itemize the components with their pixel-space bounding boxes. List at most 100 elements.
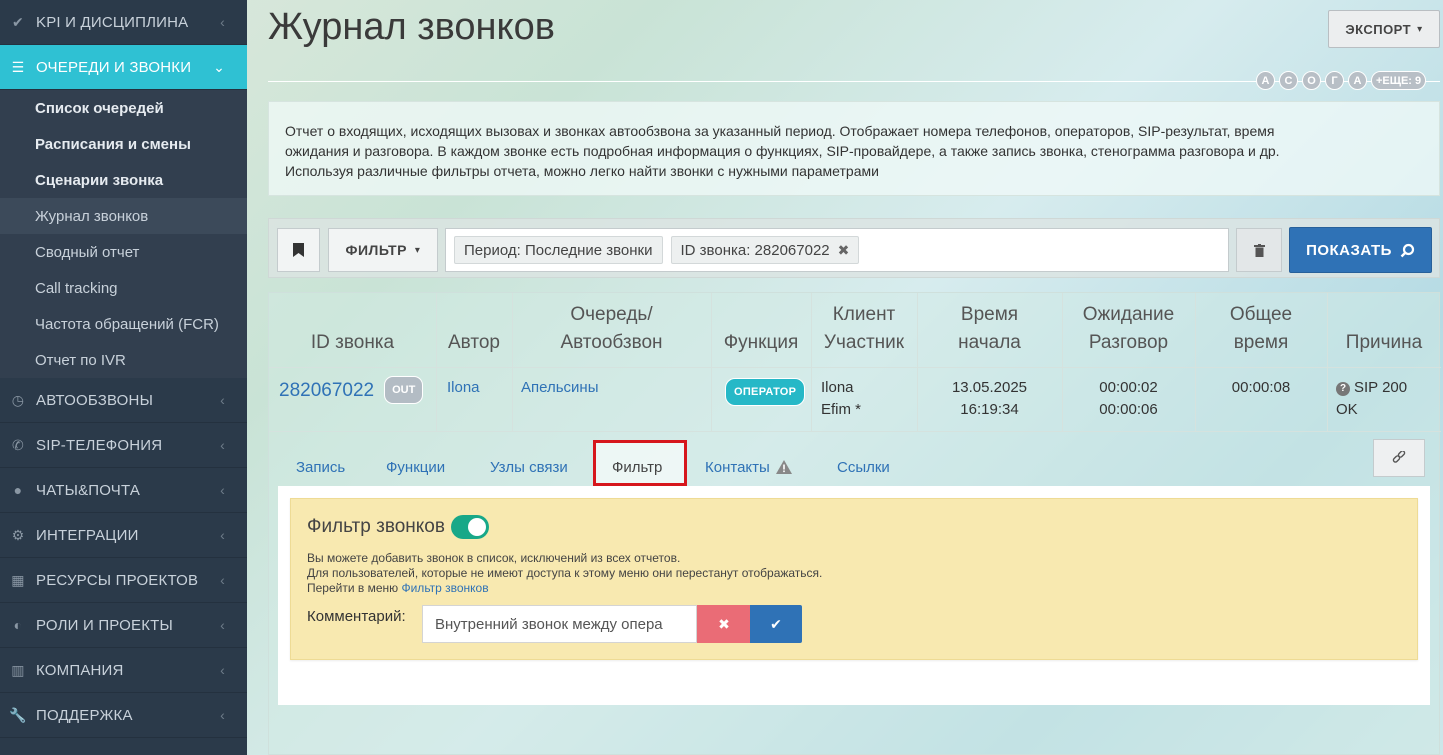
sidebar-sub-call-tracking[interactable]: Call tracking <box>0 270 247 306</box>
filter-panel-title-text: Фильтр звонков <box>307 516 445 537</box>
grid-icon: ▦ <box>11 571 25 588</box>
header-text: Очередь/ <box>570 304 653 325</box>
author-link[interactable]: Ilona <box>447 377 480 399</box>
clear-filters-button[interactable] <box>1236 228 1282 272</box>
column-header-total[interactable]: Общее время <box>1195 301 1327 357</box>
sidebar-item-label: РЕСУРСЫ ПРОЕКТОВ <box>36 571 199 589</box>
chevron-down-icon: ⌄ <box>213 58 225 75</box>
tab-functions[interactable]: Функции <box>386 452 445 482</box>
letter-badge[interactable]: Г <box>1325 71 1344 90</box>
sidebar-item-label: АВТООБЗВОНЫ <box>36 391 154 409</box>
tab-recording[interactable]: Запись <box>296 452 345 482</box>
function-badge: ОПЕРАТОР <box>725 378 806 406</box>
header-text: Причина <box>1345 332 1423 353</box>
reason-code: SIP 200 <box>1354 379 1408 396</box>
save-comment-button[interactable]: ✔ <box>750 605 802 643</box>
column-header-client[interactable]: Клиент Участник <box>811 301 917 357</box>
wait-time: 00:00:02 <box>1099 379 1158 396</box>
remove-tag-icon[interactable]: ✖ <box>838 242 850 259</box>
header-text: ID звонка <box>310 332 395 353</box>
talk-time: 00:00:06 <box>1099 401 1158 418</box>
more-badge[interactable]: +ЕЩЕ: 9 <box>1371 71 1427 90</box>
toggle-icon: ◐ <box>13 617 23 633</box>
column-divider <box>711 293 712 431</box>
header-divider <box>269 367 1441 368</box>
filter-tag-call-id[interactable]: ID звонка: 282067022 ✖ <box>670 236 860 264</box>
column-header-reason[interactable]: Причина <box>1327 329 1441 357</box>
tab-label: Контакты <box>705 458 770 476</box>
trash-icon <box>1253 243 1265 257</box>
filter-panel-text: Вы можете добавить звонок в список, искл… <box>307 551 681 565</box>
queue-link[interactable]: Апельсины <box>521 377 598 399</box>
header-text: Время <box>960 304 1019 325</box>
column-header-start[interactable]: Время начала <box>917 301 1062 357</box>
question-icon[interactable]: ? <box>1336 382 1350 396</box>
sidebar-sub-queue-list[interactable]: Список очередей <box>0 90 247 126</box>
participant-name: Efim * <box>821 401 862 418</box>
filter-label: ФИЛЬТР <box>345 242 407 258</box>
reason-cell: ? SIP 200 OK <box>1336 377 1407 421</box>
description-line: ожидания и разговора. В каждом звонке ес… <box>285 143 1280 159</box>
copy-link-button[interactable] <box>1373 439 1425 477</box>
sidebar-item-resources[interactable]: ▦ РЕСУРСЫ ПРОЕКТОВ ‹ <box>0 558 247 603</box>
sidebar-sub-scenarios[interactable]: Сценарии звонка <box>0 162 247 198</box>
sidebar-item-integrations[interactable]: ⚙ ИНТЕГРАЦИИ ‹ <box>0 513 247 558</box>
tab-nodes[interactable]: Узлы связи <box>490 452 568 482</box>
letter-badge[interactable]: А <box>1348 71 1367 90</box>
sidebar-sub-schedules[interactable]: Расписания и смены <box>0 126 247 162</box>
call-id-cell: 282067022 OUT <box>279 376 424 404</box>
sidebar-item-company[interactable]: ▥ КОМПАНИЯ ‹ <box>0 648 247 693</box>
total-time: 00:00:08 <box>1231 379 1291 396</box>
report-description: Отчет о входящих, исходящих вызовах и зв… <box>268 101 1440 196</box>
column-header-queue[interactable]: Очередь/Автообзвон <box>512 301 711 357</box>
letter-badge[interactable]: А <box>1256 71 1275 90</box>
export-button[interactable]: ЭКСПОРТ ▾ <box>1328 10 1440 48</box>
function-cell: ОПЕРАТОР <box>725 378 806 406</box>
description-line: Используя различные фильтры отчета, можн… <box>285 163 879 179</box>
letter-badge[interactable]: С <box>1279 71 1298 90</box>
sidebar-item-support[interactable]: 🔧 ПОДДЕРЖКА ‹ <box>0 693 247 738</box>
chain-link-icon <box>1392 451 1406 463</box>
column-divider <box>1327 293 1328 431</box>
filter-tag-period[interactable]: Период: Последние звонки <box>454 236 663 264</box>
filter-tags-field[interactable]: Период: Последние звонки ID звонка: 2820… <box>445 228 1229 272</box>
header-text: Участник <box>823 332 905 353</box>
sidebar-sub-fcr[interactable]: Частота обращений (FCR) <box>0 306 247 342</box>
tab-links[interactable]: Ссылки <box>837 452 890 482</box>
filter-menu-link[interactable]: Фильтр звонков <box>401 581 488 595</box>
letter-badge[interactable]: О <box>1302 71 1321 90</box>
sidebar-item-roles[interactable]: ◐ РОЛИ И ПРОЕКТЫ ‹ <box>0 603 247 648</box>
check-icon: ✔ <box>12 13 24 30</box>
warning-icon <box>775 460 792 474</box>
wait-talk-cell: 00:00:02 00:00:06 <box>1062 377 1195 421</box>
sidebar-item-sip[interactable]: ✆ SIP-ТЕЛЕФОНИЯ ‹ <box>0 423 247 468</box>
sidebar-item-label: KPI И ДИСЦИПЛИНА <box>36 13 189 31</box>
column-header-author[interactable]: Автор <box>436 329 512 357</box>
show-button[interactable]: ПОКАЗАТЬ <box>1289 227 1432 273</box>
phone-icon: ✆ <box>12 436 24 453</box>
call-id-link[interactable]: 282067022 <box>279 380 374 401</box>
tab-contacts[interactable]: Контакты <box>705 452 792 482</box>
bookmark-button[interactable] <box>277 228 320 272</box>
column-header-wait[interactable]: Ожидание Разговор <box>1062 301 1195 357</box>
column-header-id[interactable]: ID звонка <box>269 329 436 357</box>
comment-input[interactable]: Внутренний звонок между опера <box>422 605 697 643</box>
sidebar: ✔ KPI И ДИСЦИПЛИНА ‹ ☰ ОЧЕРЕДИ И ЗВОНКИ … <box>0 0 247 755</box>
sidebar-item-chats[interactable]: ● ЧАТЫ&ПОЧТА ‹ <box>0 468 247 513</box>
column-header-function[interactable]: Функция <box>711 329 811 357</box>
sidebar-item-autodial[interactable]: ◷ АВТООБЗВОНЫ ‹ <box>0 378 247 423</box>
export-label: ЭКСПОРТ <box>1345 21 1412 37</box>
filter-toggle[interactable] <box>450 515 489 539</box>
sidebar-sub-call-log[interactable]: Журнал звонков <box>0 198 247 234</box>
sidebar-sub-ivr[interactable]: Отчет по IVR <box>0 342 247 378</box>
reason-text: OK <box>1336 401 1358 418</box>
cancel-comment-button[interactable]: ✖ <box>697 605 751 643</box>
sidebar-sub-summary[interactable]: Сводный отчет <box>0 234 247 270</box>
filter-dropdown-button[interactable]: ФИЛЬТР ▾ <box>328 228 438 272</box>
tab-filter[interactable]: Фильтр <box>612 452 662 482</box>
header-text: Автообзвон <box>560 332 663 353</box>
start-date: 13.05.2025 <box>951 379 1028 396</box>
sidebar-item-queues[interactable]: ☰ ОЧЕРЕДИ И ЗВОНКИ ⌄ <box>0 45 247 90</box>
filter-call-panel: Фильтр звонков Вы можете добавить звонок… <box>290 498 1418 660</box>
sidebar-item-kpi[interactable]: ✔ KPI И ДИСЦИПЛИНА ‹ <box>0 0 247 45</box>
